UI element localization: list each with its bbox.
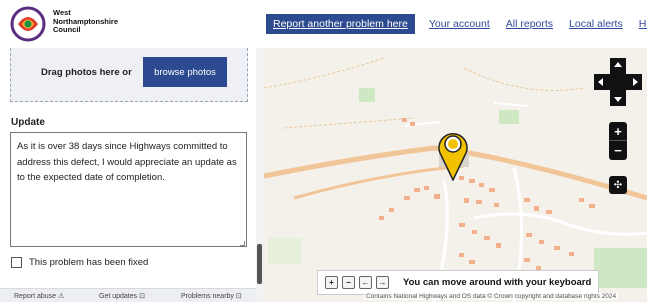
sidebar-footer: Report abuse ⚠ Get updates ⊡ Problems ne… bbox=[0, 288, 256, 302]
key-zoom-in: + bbox=[325, 276, 338, 289]
pan-control[interactable] bbox=[594, 58, 642, 106]
layers-icon[interactable]: ✣ bbox=[609, 176, 627, 194]
site-header: West Northamptonshire Council Report ano… bbox=[0, 0, 647, 48]
council-logo-icon[interactable] bbox=[10, 6, 46, 42]
get-updates-link[interactable]: Get updates ⊡ bbox=[99, 292, 145, 300]
problem-fixed-row[interactable]: This problem has been fixed bbox=[11, 257, 148, 268]
zoom-out-button[interactable]: − bbox=[609, 141, 627, 160]
report-sidebar: Drag photos here or browse photos Update… bbox=[0, 48, 264, 302]
key-right: → bbox=[376, 276, 389, 289]
key-zoom-out: − bbox=[342, 276, 355, 289]
update-label: Update bbox=[11, 117, 45, 128]
photo-dropzone[interactable]: Drag photos here or browse photos bbox=[10, 48, 248, 102]
dropzone-text: Drag photos here or bbox=[41, 67, 132, 78]
problems-nearby-link[interactable]: Problems nearby ⊡ bbox=[181, 292, 242, 300]
map-attribution: Contains National Highways and OS data ©… bbox=[364, 293, 619, 300]
map-view[interactable]: + − ✣ + − ← → You can move around with y… bbox=[264, 48, 647, 302]
problem-fixed-checkbox[interactable] bbox=[11, 257, 22, 268]
all-reports-link[interactable]: All reports bbox=[506, 18, 553, 30]
keyboard-hint: + − ← → You can move around with your ke… bbox=[317, 270, 599, 295]
local-alerts-link[interactable]: Local alerts bbox=[569, 18, 623, 30]
council-name[interactable]: West Northamptonshire Council bbox=[53, 8, 118, 35]
sidebar-scrollbar[interactable] bbox=[256, 48, 264, 302]
resize-grip-icon[interactable] bbox=[240, 241, 245, 246]
your-account-link[interactable]: Your account bbox=[429, 18, 490, 30]
help-link[interactable]: Help bbox=[639, 18, 647, 30]
main-nav: Report another problem here Your account… bbox=[266, 14, 647, 34]
keyboard-hint-text: You can move around with your keyboard bbox=[403, 277, 592, 288]
zoom-in-button[interactable]: + bbox=[609, 122, 627, 141]
browse-photos-button[interactable]: browse photos bbox=[143, 57, 227, 87]
report-location-pin-icon[interactable] bbox=[435, 127, 471, 181]
report-abuse-link[interactable]: Report abuse ⚠ bbox=[14, 292, 64, 300]
update-textarea[interactable]: As it is over 38 days since Highways com… bbox=[10, 132, 247, 247]
key-left: ← bbox=[359, 276, 372, 289]
report-another-problem-link[interactable]: Report another problem here bbox=[266, 14, 415, 34]
scrollbar-thumb[interactable] bbox=[257, 244, 262, 284]
zoom-control: + − bbox=[609, 122, 627, 160]
problem-fixed-label: This problem has been fixed bbox=[29, 257, 149, 268]
